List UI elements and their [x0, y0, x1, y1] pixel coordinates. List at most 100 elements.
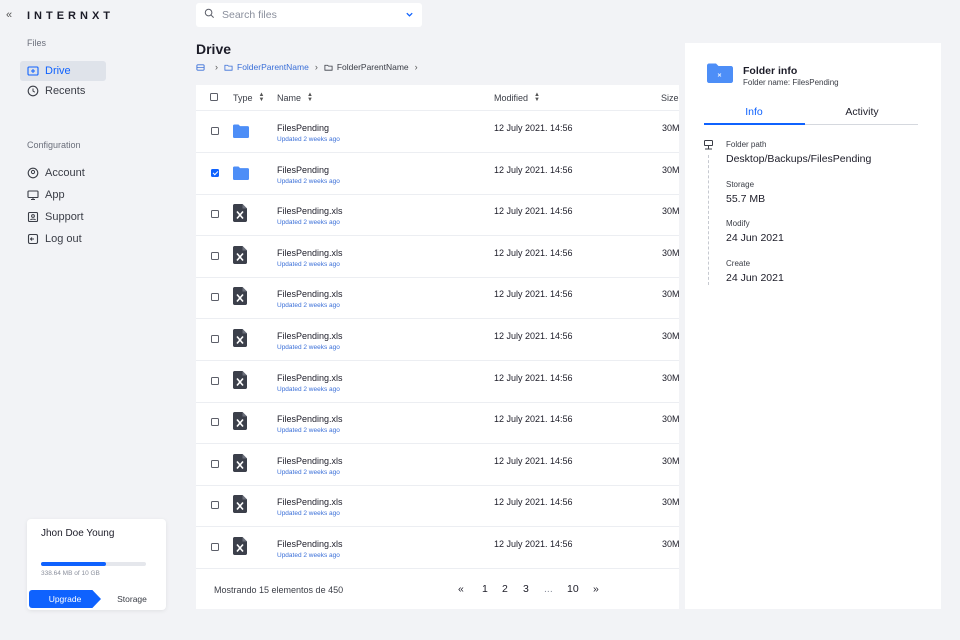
header-label: Size [661, 93, 679, 103]
user-icon [27, 167, 39, 179]
breadcrumb-root[interactable] [196, 63, 209, 72]
excel-file-icon [233, 329, 249, 349]
header-label: Name [277, 93, 302, 103]
file-name[interactable]: FilesPending.xls [277, 456, 343, 466]
file-name[interactable]: FilesPending.xls [277, 248, 343, 258]
storage-button[interactable]: Storage [103, 590, 161, 608]
tab-activity[interactable]: Activity [812, 106, 912, 118]
pagination-last-icon[interactable]: » [593, 583, 599, 595]
file-modified-date: 12 July 2021. 14:56 [494, 123, 573, 133]
sort-icon: ▲ ▼ [258, 92, 265, 103]
file-name[interactable]: FilesPending.xls [277, 331, 343, 341]
folder-path-value: Desktop/Backups/FilesPending [726, 153, 872, 165]
table-row[interactable]: FilesPending.xls Updated 2 weeks ago 12 Ju… [196, 361, 679, 403]
excel-file-icon [233, 537, 249, 557]
row-checkbox[interactable] [211, 459, 219, 468]
table-row[interactable]: FilesPending.xls Updated 2 weeks ago 12 Ju… [196, 277, 679, 320]
table-row[interactable]: FilesPending.xls Updated 2 weeks ago 12 Ju… [196, 319, 679, 361]
pagination-page-1[interactable]: 1 [482, 583, 488, 595]
sidebar-item-app[interactable]: App [20, 185, 106, 205]
file-updated-text: Updated 2 weeks ago [277, 177, 340, 185]
table-row[interactable]: FilesPending.xls Updated 2 weeks ago 12 Ju… [196, 402, 679, 445]
pagination-first-icon[interactable]: « [458, 583, 464, 595]
panel-title: Folder info [743, 65, 798, 77]
file-name[interactable]: FilesPending.xls [277, 289, 343, 299]
table-row[interactable]: FilesPending Updated 2 weeks ago 12 July 2… [196, 153, 679, 195]
row-checkbox[interactable] [211, 376, 219, 385]
sidebar-item-label: Account [45, 167, 85, 179]
row-checkbox[interactable] [211, 418, 219, 427]
sidebar-item-label: Support [45, 211, 84, 223]
folder-icon [233, 163, 249, 183]
excel-file-icon [233, 204, 249, 224]
sidebar-item-account[interactable]: Account [20, 163, 106, 183]
create-label: Create [726, 259, 751, 268]
pagination-page-2[interactable]: 2 [502, 583, 508, 595]
file-size: 30M [662, 539, 679, 549]
file-name[interactable]: FilesPending.xls [277, 539, 343, 549]
file-updated-text: Updated 2 weeks ago [277, 552, 340, 559]
brand-logo: INTERNXT [27, 10, 114, 22]
file-table: Type ▲ ▼ Name ▲ ▼ Modified ▲ ▼ Size FilesPe… [196, 85, 679, 609]
file-updated-text: Updated 2 weeks ago [277, 219, 340, 227]
header-label: Type [233, 93, 253, 103]
row-checkbox[interactable] [211, 335, 219, 343]
sort-icon: ▲ ▼ [307, 92, 313, 103]
column-header-modified[interactable]: Modified ▲ ▼ [494, 92, 540, 103]
column-header-size[interactable]: Size [661, 93, 679, 103]
sidebar-item-logout[interactable]: Log out [20, 229, 106, 249]
chevron-right-icon: › [314, 62, 318, 72]
file-size: 30M [662, 331, 679, 341]
breadcrumb-item[interactable]: FolderParentName [224, 62, 309, 72]
collapse-sidebar-icon[interactable]: « [6, 9, 12, 21]
search-bar [196, 3, 422, 27]
file-size: 30M [662, 372, 679, 383]
breadcrumb: › FolderParentName › FolderParentName › [196, 61, 424, 73]
modify-label: Modify [726, 219, 750, 228]
table-row[interactable]: FilesPending.xls Updated 2 weeks ago 12 Ju… [196, 444, 679, 486]
sidebar-item-support[interactable]: Support [20, 207, 106, 227]
pagination-page-3[interactable]: 3 [523, 583, 529, 595]
file-name[interactable]: FilesPending [277, 165, 329, 175]
file-modified-date: 12 July 2021. 14:56 [494, 331, 573, 341]
table-row[interactable]: FilesPending.xls Updated 2 weeks ago 12 Ju… [196, 527, 679, 569]
table-row[interactable]: FilesPending.xls Updated 2 weeks ago 12 Ju… [196, 194, 679, 237]
upgrade-button[interactable]: Upgrade [29, 590, 101, 608]
file-name[interactable]: FilesPending [277, 123, 329, 133]
file-name[interactable]: FilesPending.xls [277, 206, 343, 216]
sidebar-item-recents[interactable]: Recents [20, 81, 106, 101]
user-name: Jhon Doe Young [41, 528, 115, 539]
column-header-type[interactable]: Type ▲ ▼ [233, 92, 265, 103]
storage-progress-bar [41, 562, 146, 566]
breadcrumb-item[interactable]: FolderParentName [324, 62, 409, 72]
row-checkbox[interactable] [211, 251, 219, 260]
file-name[interactable]: FilesPending.xls [277, 414, 343, 424]
folder-icon [233, 121, 249, 141]
row-checkbox[interactable] [211, 127, 219, 135]
pagination-page-10[interactable]: 10 [567, 583, 579, 595]
file-updated-text: Updated 2 weeks ago [277, 510, 340, 518]
chevron-down-icon[interactable] [405, 10, 414, 21]
row-checkbox[interactable] [211, 168, 219, 177]
sidebar-item-label: Log out [45, 233, 82, 245]
tab-info[interactable]: Info [704, 106, 804, 118]
search-input[interactable] [222, 9, 392, 21]
column-header-name[interactable]: Name ▲ ▼ [277, 92, 313, 103]
row-checkbox[interactable] [211, 501, 219, 510]
table-row[interactable]: FilesPending Updated 2 weeks ago 12 July 2… [196, 111, 679, 153]
row-checkbox[interactable] [211, 543, 219, 551]
file-name[interactable]: FilesPending.xls [277, 373, 343, 383]
table-row[interactable]: FilesPending.xls Updated 2 weeks ago 12 Ju… [196, 236, 679, 278]
storage-label: Storage [726, 180, 755, 189]
file-modified-date: 12 July 2021. 14:56 [494, 539, 573, 549]
file-name[interactable]: FilesPending.xls [277, 497, 343, 507]
select-all-checkbox[interactable] [210, 93, 218, 101]
sidebar-item-label: App [45, 189, 65, 201]
sidebar: « INTERNXT Files Drive Recents Configura… [0, 0, 180, 640]
row-checkbox[interactable] [211, 293, 219, 302]
table-row[interactable]: FilesPending.xls Updated 2 weeks ago 12 Ju… [196, 485, 679, 528]
row-checkbox[interactable] [211, 210, 219, 219]
pagination-ellipsis: ... [544, 583, 553, 595]
sidebar-item-drive[interactable]: Drive [20, 61, 106, 81]
breadcrumb-label: FolderParentName [336, 62, 409, 72]
